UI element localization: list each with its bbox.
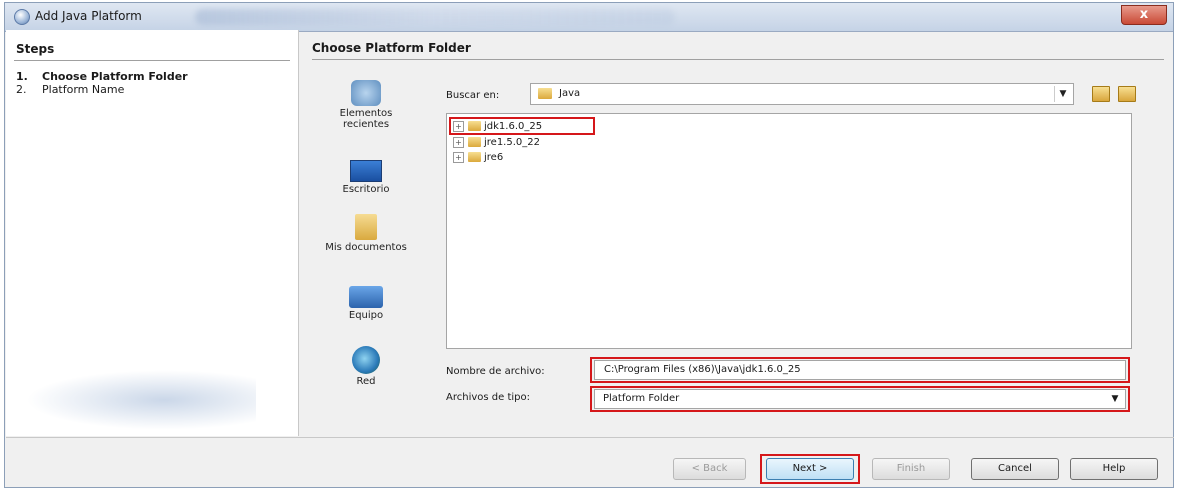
desktop-icon: [350, 160, 382, 182]
window-title: Add Java Platform: [35, 9, 142, 23]
chevron-down-icon[interactable]: ▼: [1054, 86, 1071, 102]
list-item[interactable]: + jre6: [453, 151, 503, 164]
step-number: 1.: [16, 70, 28, 83]
place-desktop[interactable]: Escritorio: [316, 156, 416, 195]
place-label: Red: [356, 376, 376, 387]
step-item: 1. Choose Platform Folder: [16, 70, 188, 83]
back-button[interactable]: < Back: [673, 458, 746, 480]
step-item: 2. Platform Name: [16, 83, 124, 96]
file-list[interactable]: + jdk1.6.0_25 + jre1.5.0_22 + jre6: [446, 113, 1132, 349]
title-bar-glass: [195, 9, 675, 25]
network-icon: [352, 346, 380, 374]
annotation-highlight: [760, 454, 860, 484]
lookin-label: Buscar en:: [446, 90, 500, 101]
title-bar: Add Java Platform x: [5, 3, 1173, 32]
up-folder-icon[interactable]: [1092, 86, 1110, 102]
steps-heading: Steps: [16, 42, 55, 56]
place-documents[interactable]: Mis documentos: [316, 214, 416, 253]
cancel-button[interactable]: Cancel: [971, 458, 1059, 480]
folder-icon: [468, 152, 481, 162]
place-label: Escritorio: [342, 184, 390, 195]
folder-icon: [538, 88, 552, 99]
place-label: Mis documentos: [325, 242, 407, 253]
lookin-dropdown[interactable]: Java ▼: [530, 83, 1074, 105]
place-label: Equipo: [348, 310, 384, 321]
place-label: Elementos recientes: [339, 108, 393, 130]
recent-items-icon: [351, 80, 381, 106]
step-label: Platform Name: [42, 83, 125, 96]
lookin-value: Java: [559, 88, 581, 99]
finish-button[interactable]: Finish: [872, 458, 950, 480]
place-network[interactable]: Red: [316, 346, 416, 387]
filetype-label: Archivos de tipo:: [446, 392, 530, 403]
filename-label: Nombre de archivo:: [446, 366, 545, 377]
documents-icon: [355, 214, 377, 240]
content-heading: Choose Platform Folder: [312, 41, 471, 55]
place-recent-items[interactable]: Elementos recientes: [316, 80, 416, 130]
file-name: jre6: [484, 152, 504, 163]
annotation-highlight: [449, 117, 595, 135]
expand-icon[interactable]: +: [453, 136, 464, 148]
steps-decoration: [26, 370, 256, 430]
annotation-highlight: [590, 357, 1130, 383]
places-bar: Elementos recientes Escritorio Mis docum…: [316, 76, 416, 406]
step-label: Choose Platform Folder: [42, 70, 188, 83]
app-icon: [14, 9, 30, 25]
list-item[interactable]: + jre1.5.0_22: [453, 136, 540, 149]
close-button[interactable]: x: [1121, 5, 1167, 25]
place-computer[interactable]: Equipo: [316, 286, 416, 321]
steps-divider: [14, 60, 290, 61]
content-divider: [312, 59, 1164, 60]
step-number: 2.: [16, 83, 27, 96]
file-name: jre1.5.0_22: [484, 137, 540, 148]
expand-icon[interactable]: +: [453, 151, 464, 163]
new-folder-icon[interactable]: [1118, 86, 1136, 102]
steps-panel: Steps 1. Choose Platform Folder 2. Platfor…: [6, 30, 299, 436]
folder-icon: [468, 137, 481, 147]
computer-icon: [349, 286, 383, 308]
annotation-highlight: [590, 386, 1130, 412]
help-button[interactable]: Help: [1070, 458, 1158, 480]
footer-divider: [6, 437, 1174, 438]
